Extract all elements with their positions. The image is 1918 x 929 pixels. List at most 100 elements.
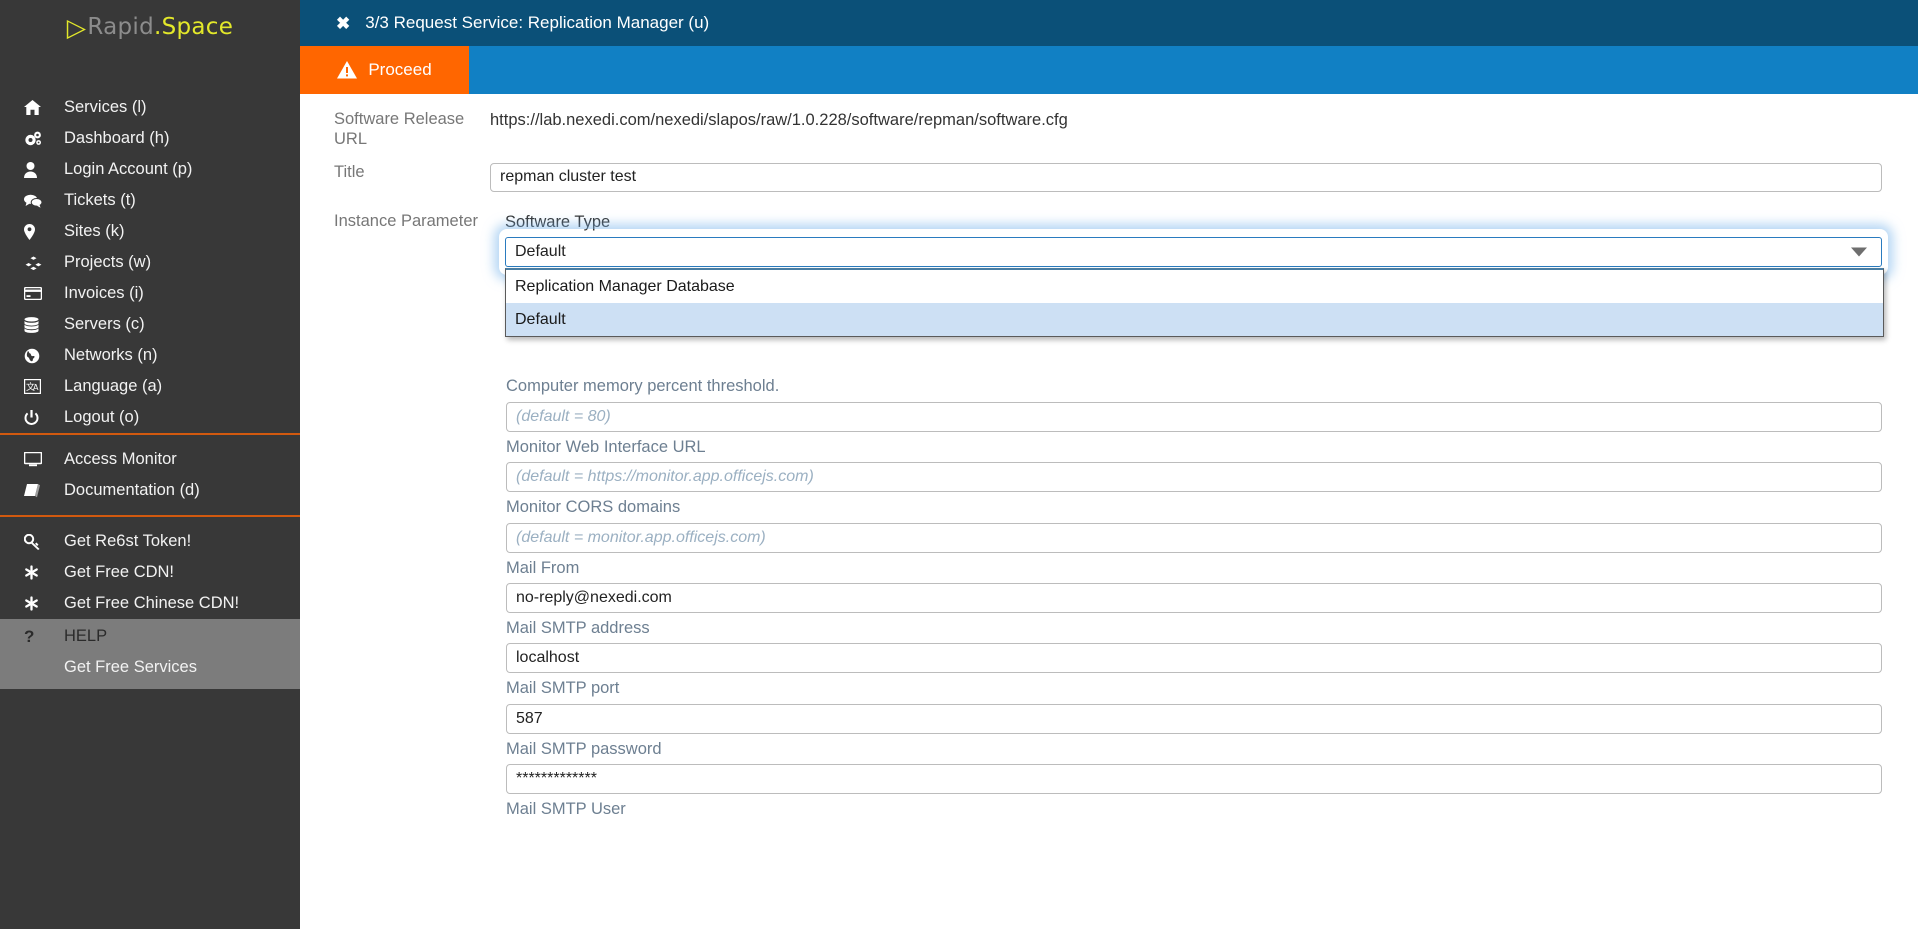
sidebar-item-servers[interactable]: Servers (c) xyxy=(0,309,300,340)
monitor-web-interface-url-input[interactable] xyxy=(506,462,1882,493)
language-icon: 文 A xyxy=(24,379,64,394)
sidebar-item-label: Logout (o) xyxy=(64,408,140,427)
app-root: ▷ Rapid. Space Services (l) Dashboard (h… xyxy=(0,0,1918,929)
parameter-fields: Computer memory percent threshold. Monit… xyxy=(490,376,1882,821)
software-type-option-replication-manager-database[interactable]: Replication Manager Database xyxy=(506,270,1883,303)
sidebar: ▷ Rapid. Space Services (l) Dashboard (h… xyxy=(0,0,300,929)
credit-card-icon xyxy=(24,287,64,300)
sidebar-item-label: Login Account (p) xyxy=(64,160,193,179)
software-release-url-label: Software Release URL xyxy=(334,110,465,148)
sidebar-item-networks[interactable]: Networks (n) xyxy=(0,340,300,371)
sidebar-item-get-free-cdn[interactable]: Get Free CDN! xyxy=(0,557,300,588)
chevron-down-icon xyxy=(1851,247,1867,257)
field-label: Monitor CORS domains xyxy=(506,498,681,517)
field-monitor-web-interface-url: Monitor Web Interface URL xyxy=(506,437,1882,493)
sidebar-promo-nav: Get Re6st Token! Get Free CDN! Get Free … xyxy=(0,517,300,619)
sidebar-item-label: Services (l) xyxy=(64,98,147,117)
sidebar-item-language[interactable]: 文 A Language (a) xyxy=(0,371,300,402)
field-label: Monitor Web Interface URL xyxy=(506,437,706,456)
sidebar-item-label: Access Monitor xyxy=(64,450,177,469)
field-label: Mail From xyxy=(506,558,580,577)
gears-icon xyxy=(24,131,64,147)
software-type-block: Software Type Default Replication Manage… xyxy=(490,212,1884,338)
brand-text: ▷ Rapid. Space xyxy=(67,14,233,40)
sidebar-item-label: Get Free Chinese CDN! xyxy=(64,594,240,613)
sidebar-item-label: Get Free CDN! xyxy=(64,563,175,582)
computer-memory-percent-threshold-input[interactable] xyxy=(506,401,1882,432)
book-icon xyxy=(24,483,64,498)
home-icon xyxy=(24,100,64,115)
sidebar-tools-nav: Access Monitor Documentation (d) xyxy=(0,435,300,515)
sidebar-item-invoices[interactable]: Invoices (i) xyxy=(0,278,300,309)
software-release-url-row: Software Release URL https://lab.nexedi.… xyxy=(300,110,1918,150)
sidebar-item-login-account[interactable]: Login Account (p) xyxy=(0,154,300,185)
field-mail-smtp-port: Mail SMTP port xyxy=(506,678,1882,734)
close-icon[interactable]: ✖ xyxy=(336,15,350,32)
brand-rapid: Rapid xyxy=(87,14,154,40)
top-header-bar: ✖ 3/3 Request Service: Replication Manag… xyxy=(300,0,1918,46)
cubes-icon xyxy=(24,254,64,271)
brand-logo[interactable]: ▷ Rapid. Space xyxy=(0,0,300,46)
main-area: ✖ 3/3 Request Service: Replication Manag… xyxy=(300,0,1918,929)
mail-smtp-address-input[interactable] xyxy=(506,643,1882,674)
field-label: Mail SMTP port xyxy=(506,679,620,698)
brand-dot: . xyxy=(153,14,162,40)
sidebar-item-label: Dashboard (h) xyxy=(64,129,170,148)
svg-text:A: A xyxy=(33,383,39,392)
sidebar-item-label: Projects (w) xyxy=(64,253,152,272)
mail-smtp-password-input[interactable] xyxy=(506,764,1882,795)
sidebar-item-services[interactable]: Services (l) xyxy=(0,92,300,123)
field-mail-smtp-user: Mail SMTP User xyxy=(506,799,1882,820)
sidebar-item-logout[interactable]: Logout (o) xyxy=(0,402,300,433)
instance-parameter-row: Instance Parameter Software Type Default… xyxy=(300,212,1918,826)
sidebar-help-block: ? HELP Get Free Services xyxy=(0,619,300,689)
instance-parameter-label: Instance Parameter xyxy=(334,211,478,230)
field-monitor-cors-domains: Monitor CORS domains xyxy=(506,497,1882,553)
database-icon xyxy=(24,316,64,333)
sidebar-item-label: Get Re6st Token! xyxy=(64,532,192,551)
map-marker-icon xyxy=(24,223,64,240)
play-triangle-icon: ▷ xyxy=(66,12,87,42)
sidebar-item-sites[interactable]: Sites (k) xyxy=(0,216,300,247)
sidebar-item-documentation[interactable]: Documentation (d) xyxy=(0,475,300,506)
sidebar-item-label: Language (a) xyxy=(64,377,163,396)
title-row: Title xyxy=(300,162,1918,192)
sidebar-item-label: HELP xyxy=(64,627,108,646)
software-type-select[interactable]: Default xyxy=(505,237,1882,268)
software-release-url-value: https://lab.nexedi.com/nexedi/slapos/raw… xyxy=(490,111,1068,129)
field-computer-memory-percent-threshold: Computer memory percent threshold. xyxy=(506,376,1882,432)
sidebar-item-get-free-services[interactable]: Get Free Services xyxy=(0,652,300,683)
software-type-selected-value: Default xyxy=(515,243,566,261)
sidebar-item-dashboard[interactable]: Dashboard (h) xyxy=(0,123,300,154)
mail-smtp-port-input[interactable] xyxy=(506,703,1882,734)
proceed-button[interactable]: Proceed xyxy=(300,46,469,94)
sidebar-item-get-free-chinese-cdn[interactable]: Get Free Chinese CDN! xyxy=(0,588,300,619)
monitor-cors-domains-input[interactable] xyxy=(506,522,1882,553)
field-label: Computer memory percent threshold. xyxy=(506,377,780,396)
title-input[interactable] xyxy=(490,162,1882,192)
software-type-label: Software Type xyxy=(505,212,611,231)
sidebar-item-tickets[interactable]: Tickets (t) xyxy=(0,185,300,216)
software-type-option-default[interactable]: Default xyxy=(506,303,1883,337)
user-icon xyxy=(24,161,64,178)
sidebar-item-label: Tickets (t) xyxy=(64,191,136,210)
desktop-icon xyxy=(24,452,64,467)
power-off-icon xyxy=(24,409,64,426)
sidebar-item-access-monitor[interactable]: Access Monitor xyxy=(0,444,300,475)
sidebar-primary-nav: Services (l) Dashboard (h) Login Account… xyxy=(0,92,300,433)
mail-from-input[interactable] xyxy=(506,582,1882,613)
field-mail-smtp-password: Mail SMTP password xyxy=(506,739,1882,795)
asterisk-icon xyxy=(24,565,64,580)
sidebar-item-help[interactable]: ? HELP xyxy=(0,621,300,652)
sidebar-item-get-re6st-token[interactable]: Get Re6st Token! xyxy=(0,526,300,557)
title-label: Title xyxy=(334,162,365,181)
sidebar-item-label: Invoices (i) xyxy=(64,284,144,303)
action-bar: Proceed xyxy=(300,46,1918,94)
sidebar-item-projects[interactable]: Projects (w) xyxy=(0,247,300,278)
sidebar-item-label: Get Free Services xyxy=(64,658,197,677)
form-content: Software Release URL https://lab.nexedi.… xyxy=(300,110,1918,929)
field-label: Mail SMTP address xyxy=(506,618,650,637)
comments-icon xyxy=(24,194,64,208)
sidebar-item-label: Documentation (d) xyxy=(64,481,200,500)
sidebar-item-label: Servers (c) xyxy=(64,315,145,334)
